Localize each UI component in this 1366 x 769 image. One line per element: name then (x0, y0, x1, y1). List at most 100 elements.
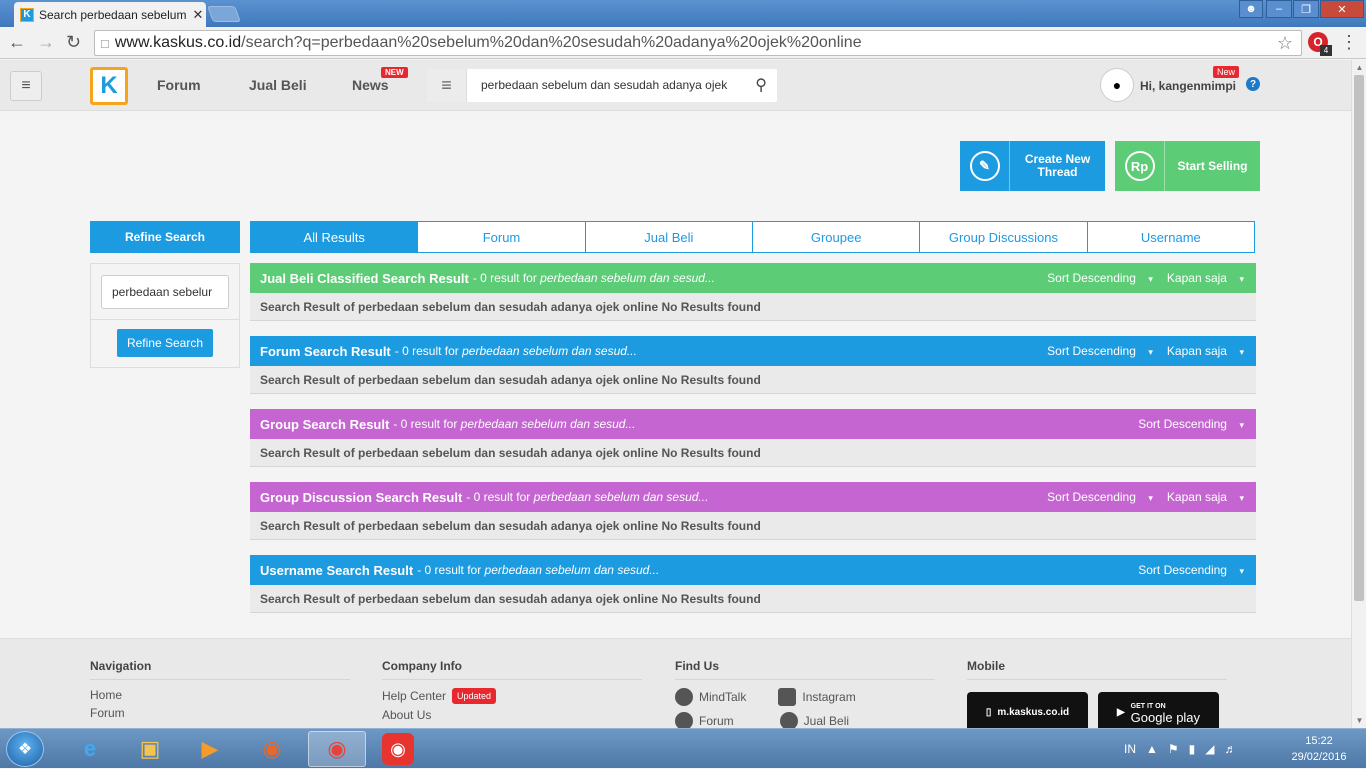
section-title: Forum Search Result (260, 343, 391, 359)
start-selling-button[interactable]: Rp Start Selling (1115, 141, 1260, 191)
clock-time: 15:22 (1305, 735, 1333, 747)
network-icon[interactable]: ◢ (1205, 742, 1214, 756)
create-thread-label-2: Thread (1037, 165, 1078, 179)
hamburger-menu-icon[interactable]: ≡ (10, 71, 42, 101)
footer-link-home[interactable]: Home (90, 688, 350, 702)
help-icon[interactable]: ? (1246, 77, 1260, 91)
section-header: Group Search Result - 0 result for perbe… (250, 409, 1256, 439)
search-input[interactable]: perbedaan sebelum dan sesudah adanya oje… (481, 78, 731, 92)
avatar[interactable]: ● (1100, 68, 1134, 102)
section-header: Group Discussion Search Result - 0 resul… (250, 482, 1256, 512)
scroll-thumb[interactable] (1354, 75, 1364, 601)
section-count: - 0 result for (394, 344, 463, 358)
footer-link-forum[interactable]: Forum (90, 706, 350, 720)
scroll-down-icon[interactable]: ▼ (1352, 713, 1366, 728)
section-header: Username Search Result - 0 result for pe… (250, 555, 1256, 585)
sort-dropdown[interactable]: Sort Descending (1047, 344, 1153, 358)
flag-icon[interactable]: ⚑ (1168, 742, 1179, 756)
forward-arrow-icon[interactable]: → (37, 32, 55, 53)
footer-find-us: Find Us MindTalk Instagram Forum Jual Be… (675, 659, 935, 728)
footer-link-instagram[interactable]: Instagram (802, 690, 855, 704)
browser-tab[interactable]: K Search perbedaan sebelum ✕ (14, 2, 206, 27)
extension-badge: 4 (1320, 45, 1332, 56)
browser-titlebar: K Search perbedaan sebelum ✕ ☻ – ❐ ✕ (0, 0, 1366, 27)
kaskus-logo[interactable]: K (90, 67, 128, 105)
tab-close-icon[interactable]: ✕ (190, 7, 206, 23)
start-selling-label: Start Selling (1177, 158, 1248, 173)
pencil-icon: ✎ (969, 151, 1000, 181)
maximize-button[interactable]: ❐ (1293, 0, 1319, 18)
kaskus-favicon-icon: K (20, 7, 34, 22)
bookmark-star-icon[interactable]: ☆ (1277, 33, 1293, 54)
sort-dropdown[interactable]: Sort Descending (1138, 563, 1244, 577)
sort-dropdown[interactable]: Sort Descending (1047, 271, 1153, 285)
gplay-label: Google play (1130, 710, 1201, 725)
tab-group-discussions[interactable]: Group Discussions (919, 222, 1086, 252)
url-input[interactable]: □ www.kaskus.co.id/search?q=perbedaan%20… (94, 30, 1302, 56)
user-greeting[interactable]: Hi, kangenmimpi (1140, 79, 1236, 93)
nav-jual-beli[interactable]: Jual Beli (249, 77, 307, 93)
chrome-icon[interactable]: ◉ (308, 731, 366, 767)
back-arrow-icon[interactable]: ← (8, 32, 26, 53)
rupiah-icon: Rp (1124, 151, 1155, 181)
media-player-icon[interactable]: ▶ (184, 731, 236, 767)
minimize-button[interactable]: – (1266, 0, 1292, 18)
section-count: - 0 result for (466, 490, 534, 504)
file-explorer-icon[interactable]: ▣ (124, 731, 176, 767)
new-tab-button[interactable] (207, 6, 241, 22)
refine-search-button[interactable]: Refine Search (117, 329, 213, 357)
firefox-icon[interactable]: ◉ (246, 731, 298, 767)
section-body: Search Result of perbedaan sebelum dan s… (250, 293, 1256, 321)
taskbar-clock[interactable]: 15:22 29/02/2016 (1288, 733, 1350, 765)
m-kaskus-button[interactable]: ▯ m.kaskus.co.id (967, 692, 1088, 728)
start-button-icon[interactable]: ❖ (6, 731, 44, 767)
browser-menu-icon[interactable]: ⋮ (1340, 32, 1358, 53)
tab-username[interactable]: Username (1086, 222, 1254, 252)
system-tray: IN ▲ ⚑ ▮ ◢ ♬ (1124, 729, 1237, 769)
news-new-badge: NEW (381, 67, 408, 78)
internet-explorer-icon[interactable]: e (64, 731, 116, 767)
footer-link-mindtalk[interactable]: MindTalk (699, 690, 746, 704)
create-new-thread-button[interactable]: ✎ Create New Thread (960, 141, 1105, 191)
refine-search-title: Refine Search (90, 221, 240, 253)
sort-dropdown[interactable]: Sort Descending (1138, 417, 1244, 431)
app-icon-red[interactable]: ◉ (372, 731, 424, 767)
section-title: Group Discussion Search Result (260, 489, 463, 505)
footer-link-help-center[interactable]: Help Center (382, 689, 446, 703)
url-path: /search?q=perbedaan%20sebelum%20dan%20se… (241, 34, 862, 51)
refine-search-input[interactable] (101, 275, 229, 309)
scroll-up-icon[interactable]: ▲ (1352, 60, 1366, 75)
tab-jual-beli[interactable]: Jual Beli (584, 222, 752, 252)
twitter-icon (675, 712, 693, 728)
group-result-section: Group Search Result - 0 result for perbe… (250, 409, 1256, 467)
profile-icon[interactable]: ☻ (1239, 0, 1263, 18)
tab-all-results[interactable]: All Results (251, 222, 418, 252)
section-body: Search Result of perbedaan sebelum dan s… (250, 366, 1256, 394)
google-play-button[interactable]: ▶ GET IT ON Google play (1098, 692, 1219, 728)
nav-forum[interactable]: Forum (157, 77, 201, 93)
search-icon[interactable]: ⚲ (755, 75, 767, 95)
footer-link-twitter-forum[interactable]: Forum (699, 714, 734, 728)
tab-groupee[interactable]: Groupee (751, 222, 919, 252)
instagram-icon (778, 688, 797, 706)
close-window-button[interactable]: ✕ (1320, 0, 1364, 18)
reload-icon[interactable]: ↻ (66, 32, 81, 53)
time-dropdown[interactable]: Kapan saja (1167, 344, 1244, 358)
language-indicator[interactable]: IN (1124, 742, 1136, 756)
section-title: Group Search Result (260, 416, 390, 432)
page-scrollbar[interactable]: ▲ ▼ (1351, 60, 1366, 728)
m-kaskus-label: m.kaskus.co.id (997, 706, 1070, 718)
section-term: perbedaan sebelum dan sesud... (533, 490, 709, 504)
tray-expand-icon[interactable]: ▲ (1146, 742, 1158, 756)
volume-icon[interactable]: ♬ (1225, 742, 1237, 756)
time-dropdown[interactable]: Kapan saja (1167, 271, 1244, 285)
battery-icon[interactable]: ▮ (1189, 742, 1196, 756)
time-dropdown[interactable]: Kapan saja (1167, 490, 1244, 504)
site-footer: Navigation Home Forum Company Info Help … (0, 638, 1351, 728)
footer-link-about-us[interactable]: About Us (382, 708, 642, 722)
footer-link-twitter-jual-beli[interactable]: Jual Beli (804, 714, 849, 728)
sort-dropdown[interactable]: Sort Descending (1047, 490, 1153, 504)
tab-forum[interactable]: Forum (417, 222, 584, 252)
nav-news[interactable]: News (352, 77, 389, 93)
search-category-icon[interactable]: ≡ (427, 69, 467, 102)
